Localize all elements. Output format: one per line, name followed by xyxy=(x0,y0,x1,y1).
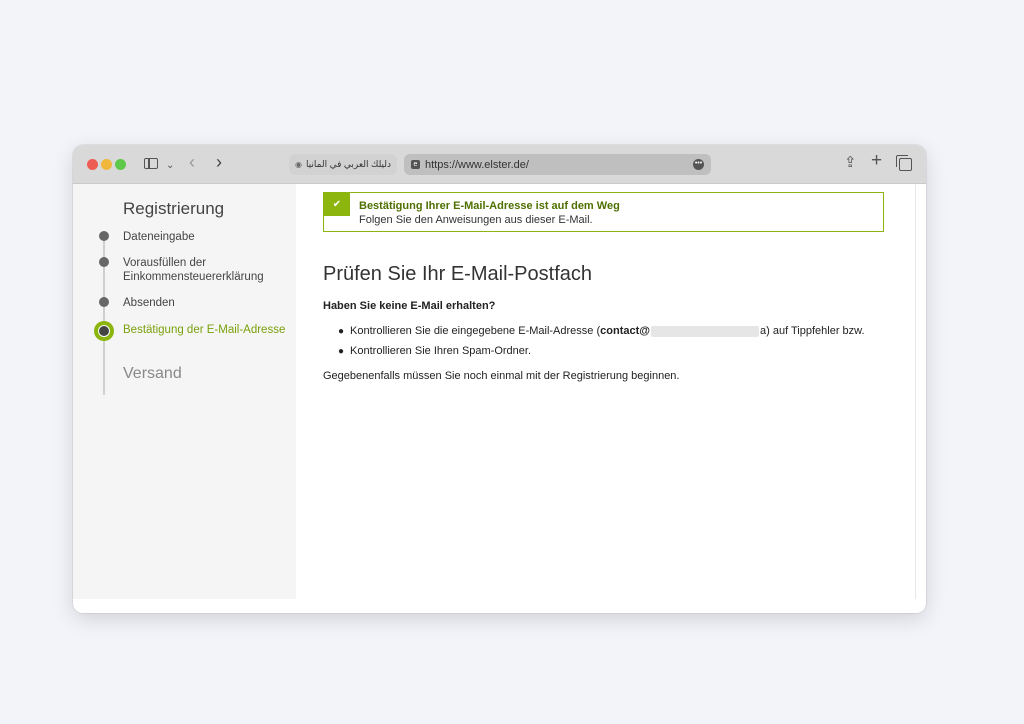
section-versand: Versand xyxy=(123,365,182,382)
step-dot xyxy=(99,257,109,267)
chevron-down-icon[interactable]: ⌄ xyxy=(166,157,174,175)
list-item: ● Kontrollieren Sie Ihren Spam-Ordner. xyxy=(338,345,531,357)
site-favicon-icon: e xyxy=(411,160,420,169)
bullet-text: Kontrollieren Sie Ihren Spam-Ordner. xyxy=(350,345,532,357)
footer-text: Gegebenenfalls müssen Sie noch einmal mi… xyxy=(323,370,680,382)
redacted-block xyxy=(650,325,759,337)
step-email-bestaetigung[interactable]: Bestätigung der E-Mail-Adresse xyxy=(123,323,285,337)
alert-text: Folgen Sie den Anweisungen aus dieser E-… xyxy=(359,214,593,226)
sidebar-icon[interactable] xyxy=(144,158,158,169)
alert-title: Bestätigung Ihrer E-Mail-Adresse ist auf… xyxy=(359,200,620,212)
step-vorausfuellen[interactable]: Vorausfüllen der Einkommensteuererklärun… xyxy=(123,256,264,284)
zoom-window-button[interactable] xyxy=(115,159,126,170)
sub-heading: Haben Sie keine E-Mail erhalten? xyxy=(323,300,496,312)
plus-icon[interactable]: + xyxy=(871,151,882,170)
browser-window: ⌄ ‹ › ◉ دليلك العربي في المانيا e https:… xyxy=(73,145,926,613)
step-absenden[interactable]: Absenden xyxy=(123,296,175,310)
page-title: Prüfen Sie Ihr E-Mail-Postfach xyxy=(323,263,592,285)
address-bar[interactable]: e https://www.elster.de/ ••• xyxy=(404,154,711,175)
share-icon[interactable]: ⇪ xyxy=(844,154,857,172)
page-content: Registrierung Dateneingabe Vorausfüllen … xyxy=(73,184,926,613)
tabs-icon[interactable] xyxy=(896,155,912,171)
close-window-button[interactable] xyxy=(87,159,98,170)
minimize-window-button[interactable] xyxy=(101,159,112,170)
tab-title: دليلك العربي في المانيا xyxy=(305,159,392,169)
bullet-text-prefix: Kontrollieren Sie die eingegebene E-Mail… xyxy=(350,325,601,337)
success-alert: ✔ Bestätigung Ihrer E-Mail-Adresse ist a… xyxy=(323,192,884,232)
progress-sidebar: Registrierung Dateneingabe Vorausfüllen … xyxy=(73,184,296,599)
tab-favicon-icon: ◉ xyxy=(294,160,302,169)
email-address: contact@ xyxy=(600,325,650,337)
back-icon[interactable]: ‹ xyxy=(189,153,195,171)
step-dateneingabe[interactable]: Dateneingabe xyxy=(123,230,195,244)
bullet-icon: ● xyxy=(338,325,345,337)
url-text: https://www.elster.de/ xyxy=(425,158,529,171)
step-dot xyxy=(99,297,109,307)
sidebar-heading: Registrierung xyxy=(123,199,225,218)
forward-icon[interactable]: › xyxy=(216,153,222,171)
bullet-icon: ● xyxy=(338,345,345,357)
bullet-text-suffix: ) auf Tippfehler bzw. xyxy=(766,325,865,337)
browser-toolbar: ⌄ ‹ › ◉ دليلك العربي في المانيا e https:… xyxy=(73,145,926,184)
list-item: ● Kontrollieren Sie die eingegebene E-Ma… xyxy=(338,325,865,337)
browser-tab[interactable]: ◉ دليلك العربي في المانيا xyxy=(289,154,397,175)
check-icon: ✔ xyxy=(324,193,350,216)
active-step-indicator xyxy=(94,321,114,341)
content-border xyxy=(915,184,916,599)
step-label-line2: Einkommensteuererklärung xyxy=(123,271,264,283)
step-label-line1: Vorausfüllen der xyxy=(123,257,207,269)
step-dot xyxy=(99,231,109,241)
more-icon[interactable]: ••• xyxy=(693,159,704,170)
